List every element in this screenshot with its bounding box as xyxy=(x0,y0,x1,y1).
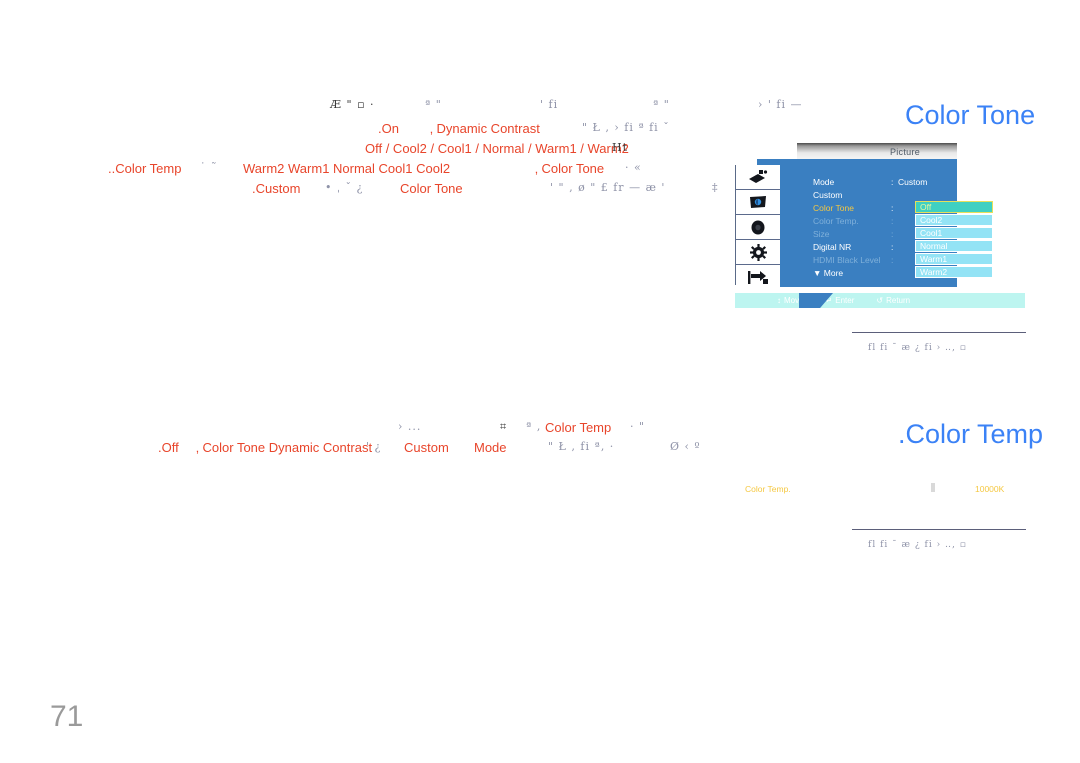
text-fragment: Ø ‹ º xyxy=(670,440,701,453)
osd-footer-bar: ↕ Move ↵ Enter ↺ Return xyxy=(735,293,1025,308)
text-fragment: ˙ ˜ xyxy=(200,161,218,174)
osd-tab-label: Picture xyxy=(889,146,921,157)
move-icon: ↕ xyxy=(777,296,781,305)
text-fragment: • ˌ ˇ ¿ xyxy=(325,181,364,194)
text-fragment: .Custom xyxy=(252,181,301,196)
text-fragment: ª " xyxy=(425,98,442,111)
text-fragment: " Ł ‚ › fi ª fi ˇ xyxy=(582,121,670,134)
text-fragment: ' fi xyxy=(540,98,559,111)
horizontal-rule xyxy=(852,332,1026,333)
osd-footer-item[interactable]: ↺ Return xyxy=(876,296,910,305)
osd-row-label: Digital NR xyxy=(813,241,852,252)
text-fragment: " Ł ‚ fi ª‚ · xyxy=(548,440,615,453)
osd-icon-sound[interactable] xyxy=(736,215,780,240)
footnote-text: fl fi ¯ æ ¿ fi › ‥‚ ▫ xyxy=(868,343,967,353)
text-fragment: Ht xyxy=(612,141,629,154)
osd-picture-menu[interactable]: Picture Mode: Custom Custom Color Tone … xyxy=(735,143,1035,318)
osd-dropdown-option[interactable]: Normal xyxy=(915,240,993,252)
text-fragment: Warm2 Warm1 Normal Cool1 Cool2 xyxy=(243,161,451,176)
text-fragment: .On xyxy=(378,121,399,136)
osd-dropdown-option[interactable]: Off xyxy=(915,201,993,213)
osd-color-temp-slider-thumb[interactable] xyxy=(931,483,935,492)
osd-icon-setup[interactable] xyxy=(736,240,780,265)
text-fragment: ⌗ xyxy=(500,420,508,433)
osd-dropdown-option[interactable]: Cool1 xyxy=(915,227,993,239)
osd-icon-multi-control[interactable] xyxy=(736,265,780,289)
osd-dropdown-option[interactable]: Warm2 xyxy=(915,266,993,278)
osd-color-temp-label: Color Temp. xyxy=(745,484,791,494)
osd-color-temp-value: 10000K xyxy=(975,484,1005,494)
section-heading-color-temp: .Color Temp xyxy=(898,419,1044,449)
osd-icon-input-source[interactable] xyxy=(736,165,780,190)
osd-row-colon: : xyxy=(891,241,894,252)
osd-dropdown-option[interactable]: Cool2 xyxy=(915,214,993,226)
osd-color-temp-figure[interactable]: Color Temp. 10000K xyxy=(735,465,1035,510)
osd-footer-label: Return xyxy=(886,296,911,305)
text-fragment: Æ " ▫ · xyxy=(330,98,375,111)
text-fragment: .Off xyxy=(158,440,179,455)
text-fragment: ª ‚ xyxy=(526,420,542,433)
osd-row-label: Size xyxy=(813,228,830,239)
osd-row-label: Custom xyxy=(813,189,843,200)
osd-row-colon: : xyxy=(891,254,894,265)
text-fragment: ª " xyxy=(653,98,670,111)
osd-row-label: HDMI Black Level xyxy=(813,254,881,265)
osd-dropdown-option[interactable]: Warm1 xyxy=(915,253,993,265)
text-fragment: ' ¿ xyxy=(366,440,382,453)
osd-color-tone-dropdown[interactable]: Off Cool2 Cool1 Normal Warm1 Warm2 xyxy=(915,201,993,279)
footnote-text: fl fi ¯ æ ¿ fi › ‥‚ ▫ xyxy=(868,540,967,550)
text-fragment: · " xyxy=(630,420,646,433)
osd-footer-item[interactable]: ↵ Enter xyxy=(826,296,855,305)
text-fragment: › ... xyxy=(398,420,422,433)
text-fragment: ‚ Color Tone Dynamic Contrast xyxy=(196,440,373,455)
text-fragment: · « xyxy=(625,161,642,174)
text-fragment: Off / Cool2 / Cool1 / Normal / Warm1 / W… xyxy=(365,141,629,156)
osd-row-label: ▼ More xyxy=(813,267,844,278)
text-fragment: ‡ xyxy=(712,181,719,194)
osd-row-colon: : xyxy=(891,215,894,226)
text-fragment: ' " ‚ ø " £ fr — æ ' xyxy=(550,181,666,194)
text-fragment: ‚ Color Tone xyxy=(535,161,605,176)
text-fragment: Color Temp xyxy=(545,420,612,435)
osd-row-colon: : xyxy=(891,228,894,239)
osd-icon-picture[interactable] xyxy=(736,190,780,215)
osd-row-label: Color Tone xyxy=(813,202,854,213)
text-fragment: › ' fi — xyxy=(758,98,803,111)
text-fragment: Mode xyxy=(474,440,507,455)
osd-row-colon: : xyxy=(891,202,894,213)
osd-menu-row[interactable]: Custom xyxy=(813,188,943,201)
horizontal-rule xyxy=(852,529,1026,530)
osd-row-value: Custom xyxy=(898,176,928,187)
osd-menu-row[interactable]: Mode: Custom xyxy=(813,175,943,188)
text-fragment: Custom xyxy=(404,440,449,455)
page-number: 71 xyxy=(50,700,84,733)
osd-row-label: Color Temp. xyxy=(813,215,859,226)
osd-icon-column[interactable] xyxy=(735,165,780,289)
osd-row-label: Mode xyxy=(813,176,835,187)
osd-tab-picture[interactable]: Picture xyxy=(797,143,957,160)
text-fragment: ‚ Dynamic Contrast xyxy=(430,121,540,136)
text-fragment: Color Tone xyxy=(400,181,463,196)
osd-footer-label: Enter xyxy=(835,296,855,305)
text-fragment: ..Color Temp xyxy=(108,161,182,176)
return-icon: ↺ xyxy=(876,296,884,305)
section-heading-color-tone: Color Tone xyxy=(905,100,1036,130)
osd-row-colon: : xyxy=(891,176,894,187)
